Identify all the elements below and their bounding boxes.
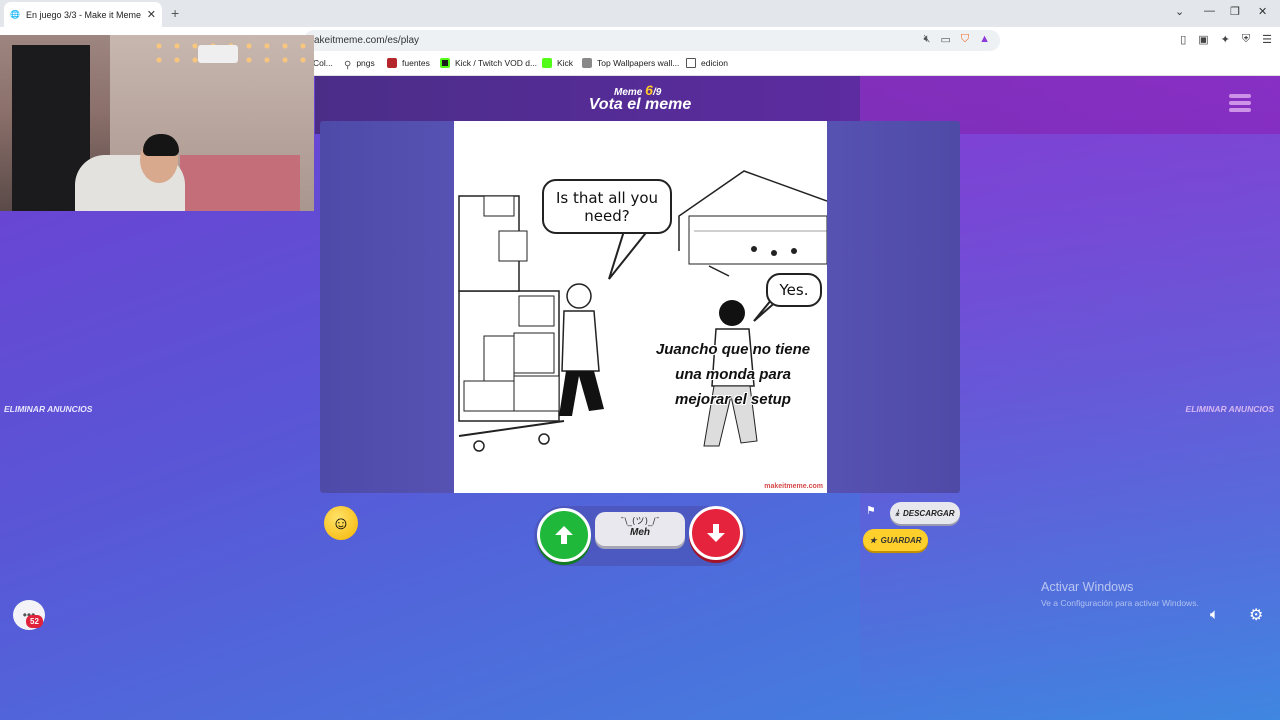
vpn-icon[interactable]: ⛨ xyxy=(1242,33,1250,46)
bookmark-pngs[interactable]: ⚲ pngs xyxy=(344,58,375,71)
meme-image: Is that all you need? Yes. Juancho que n… xyxy=(454,121,827,493)
emoji-reaction-button[interactable]: ☺ xyxy=(324,506,358,540)
mute-icon[interactable]: 🔇︎ xyxy=(924,33,931,46)
page-title: Vota el meme xyxy=(588,96,692,113)
sidebar-icon[interactable]: ▯ xyxy=(1180,33,1186,46)
bookmark-red-icon xyxy=(387,58,397,68)
cast-icon[interactable]: ▭ xyxy=(940,33,950,46)
meh-face: ¯\_(ツ)_/¯ xyxy=(619,517,661,527)
speech-bubble-left: Is that all you need? xyxy=(542,179,672,234)
remove-ads-left-link[interactable]: ELIMINAR ANUNCIOS xyxy=(4,404,92,414)
restore-icon[interactable]: ❐ xyxy=(1230,5,1240,18)
arrow-up-icon xyxy=(555,526,573,544)
windows-activation-subtitle: Ve a Configuración para activar Windows. xyxy=(1041,598,1199,608)
url-text: akeitmeme.com/es/play xyxy=(314,35,420,46)
meh-button[interactable]: ¯\_(ツ)_/¯ Meh xyxy=(595,512,685,546)
kick-icon xyxy=(440,58,450,68)
toolbar-right: ▯ ▣ ✦ ⛨ ☰ xyxy=(1180,33,1272,46)
smiley-icon: ☺ xyxy=(331,512,351,533)
globe-icon: 🌐 xyxy=(10,10,20,19)
browser-tab[interactable]: 🌐 En juego 3/3 - Make it Meme ✕ xyxy=(4,2,162,27)
downvote-button[interactable] xyxy=(689,506,743,560)
chat-badge: 52 xyxy=(26,615,43,628)
pin-icon: ⚲ xyxy=(344,60,352,71)
tab-title: En juego 3/3 - Make it Meme xyxy=(25,9,142,20)
close-window-icon[interactable]: ✕ xyxy=(1258,5,1267,18)
folder-icon xyxy=(686,58,696,68)
address-bar[interactable]: akeitmeme.com/es/play 🔇︎ ▭ ⛉ ▲ xyxy=(304,30,1000,51)
report-flag-icon[interactable]: ⚑ xyxy=(866,504,876,517)
bookmark-wallpapers[interactable]: Top Wallpapers wall... xyxy=(582,58,679,68)
save-button[interactable]: ★ GUARDAR xyxy=(863,529,928,551)
menu-icon[interactable]: ☰ xyxy=(1262,33,1272,46)
speech-bubble-right: Yes. xyxy=(766,273,822,307)
bookmark-kick[interactable]: Kick xyxy=(542,58,573,68)
bookmark-kick-vod[interactable]: Kick / Twitch VOD d... xyxy=(440,58,537,68)
webcam-overlay xyxy=(0,35,314,211)
new-tab-icon[interactable]: + xyxy=(171,5,179,21)
sound-icon[interactable]: 🔈︎ xyxy=(1210,606,1219,623)
star-icon: ★ xyxy=(869,535,877,545)
rewards-icon[interactable]: ▲ xyxy=(979,33,990,46)
image-icon xyxy=(582,58,592,68)
bookmark-edicion[interactable]: edicion xyxy=(686,58,728,68)
brave-shield-icon[interactable]: ⛉ xyxy=(961,33,969,46)
ai-icon[interactable]: ✦ xyxy=(1221,33,1230,46)
download-button[interactable]: ⤓ DESCARGAR xyxy=(890,502,960,524)
minimize-icon[interactable]: — xyxy=(1204,5,1215,17)
close-tab-icon[interactable]: ✕ xyxy=(147,8,156,21)
meme-illustration xyxy=(458,170,827,452)
remove-ads-right-link[interactable]: ELIMINAR ANUNCIOS xyxy=(1186,404,1274,414)
meme-watermark: makeitmeme.com xyxy=(764,483,823,490)
hamburger-menu-icon[interactable] xyxy=(1229,94,1251,116)
bookmark-fuentes[interactable]: fuentes xyxy=(387,58,430,68)
bookmark-partial[interactable]: Col... xyxy=(313,58,333,68)
meme-caption: Juancho que no tiene una monda para mejo… xyxy=(655,341,811,408)
arrow-down-icon xyxy=(707,524,725,542)
gear-icon[interactable]: ⚙ xyxy=(1249,605,1263,625)
kick-icon xyxy=(542,58,552,68)
wallet-icon[interactable]: ▣ xyxy=(1198,33,1208,46)
meh-label: Meh xyxy=(630,527,650,538)
upvote-button[interactable] xyxy=(537,508,591,562)
download-icon: ⤓ xyxy=(895,508,899,517)
tab-list-icon[interactable]: ⌄ xyxy=(1175,5,1184,18)
windows-activation-title: Activar Windows xyxy=(1041,580,1134,594)
address-bar-icons: 🔇︎ ▭ ⛉ ▲ xyxy=(924,33,990,46)
browser-tab-bar: 🌐 En juego 3/3 - Make it Meme ✕ + ⌄ — ❐ … xyxy=(0,0,1280,27)
